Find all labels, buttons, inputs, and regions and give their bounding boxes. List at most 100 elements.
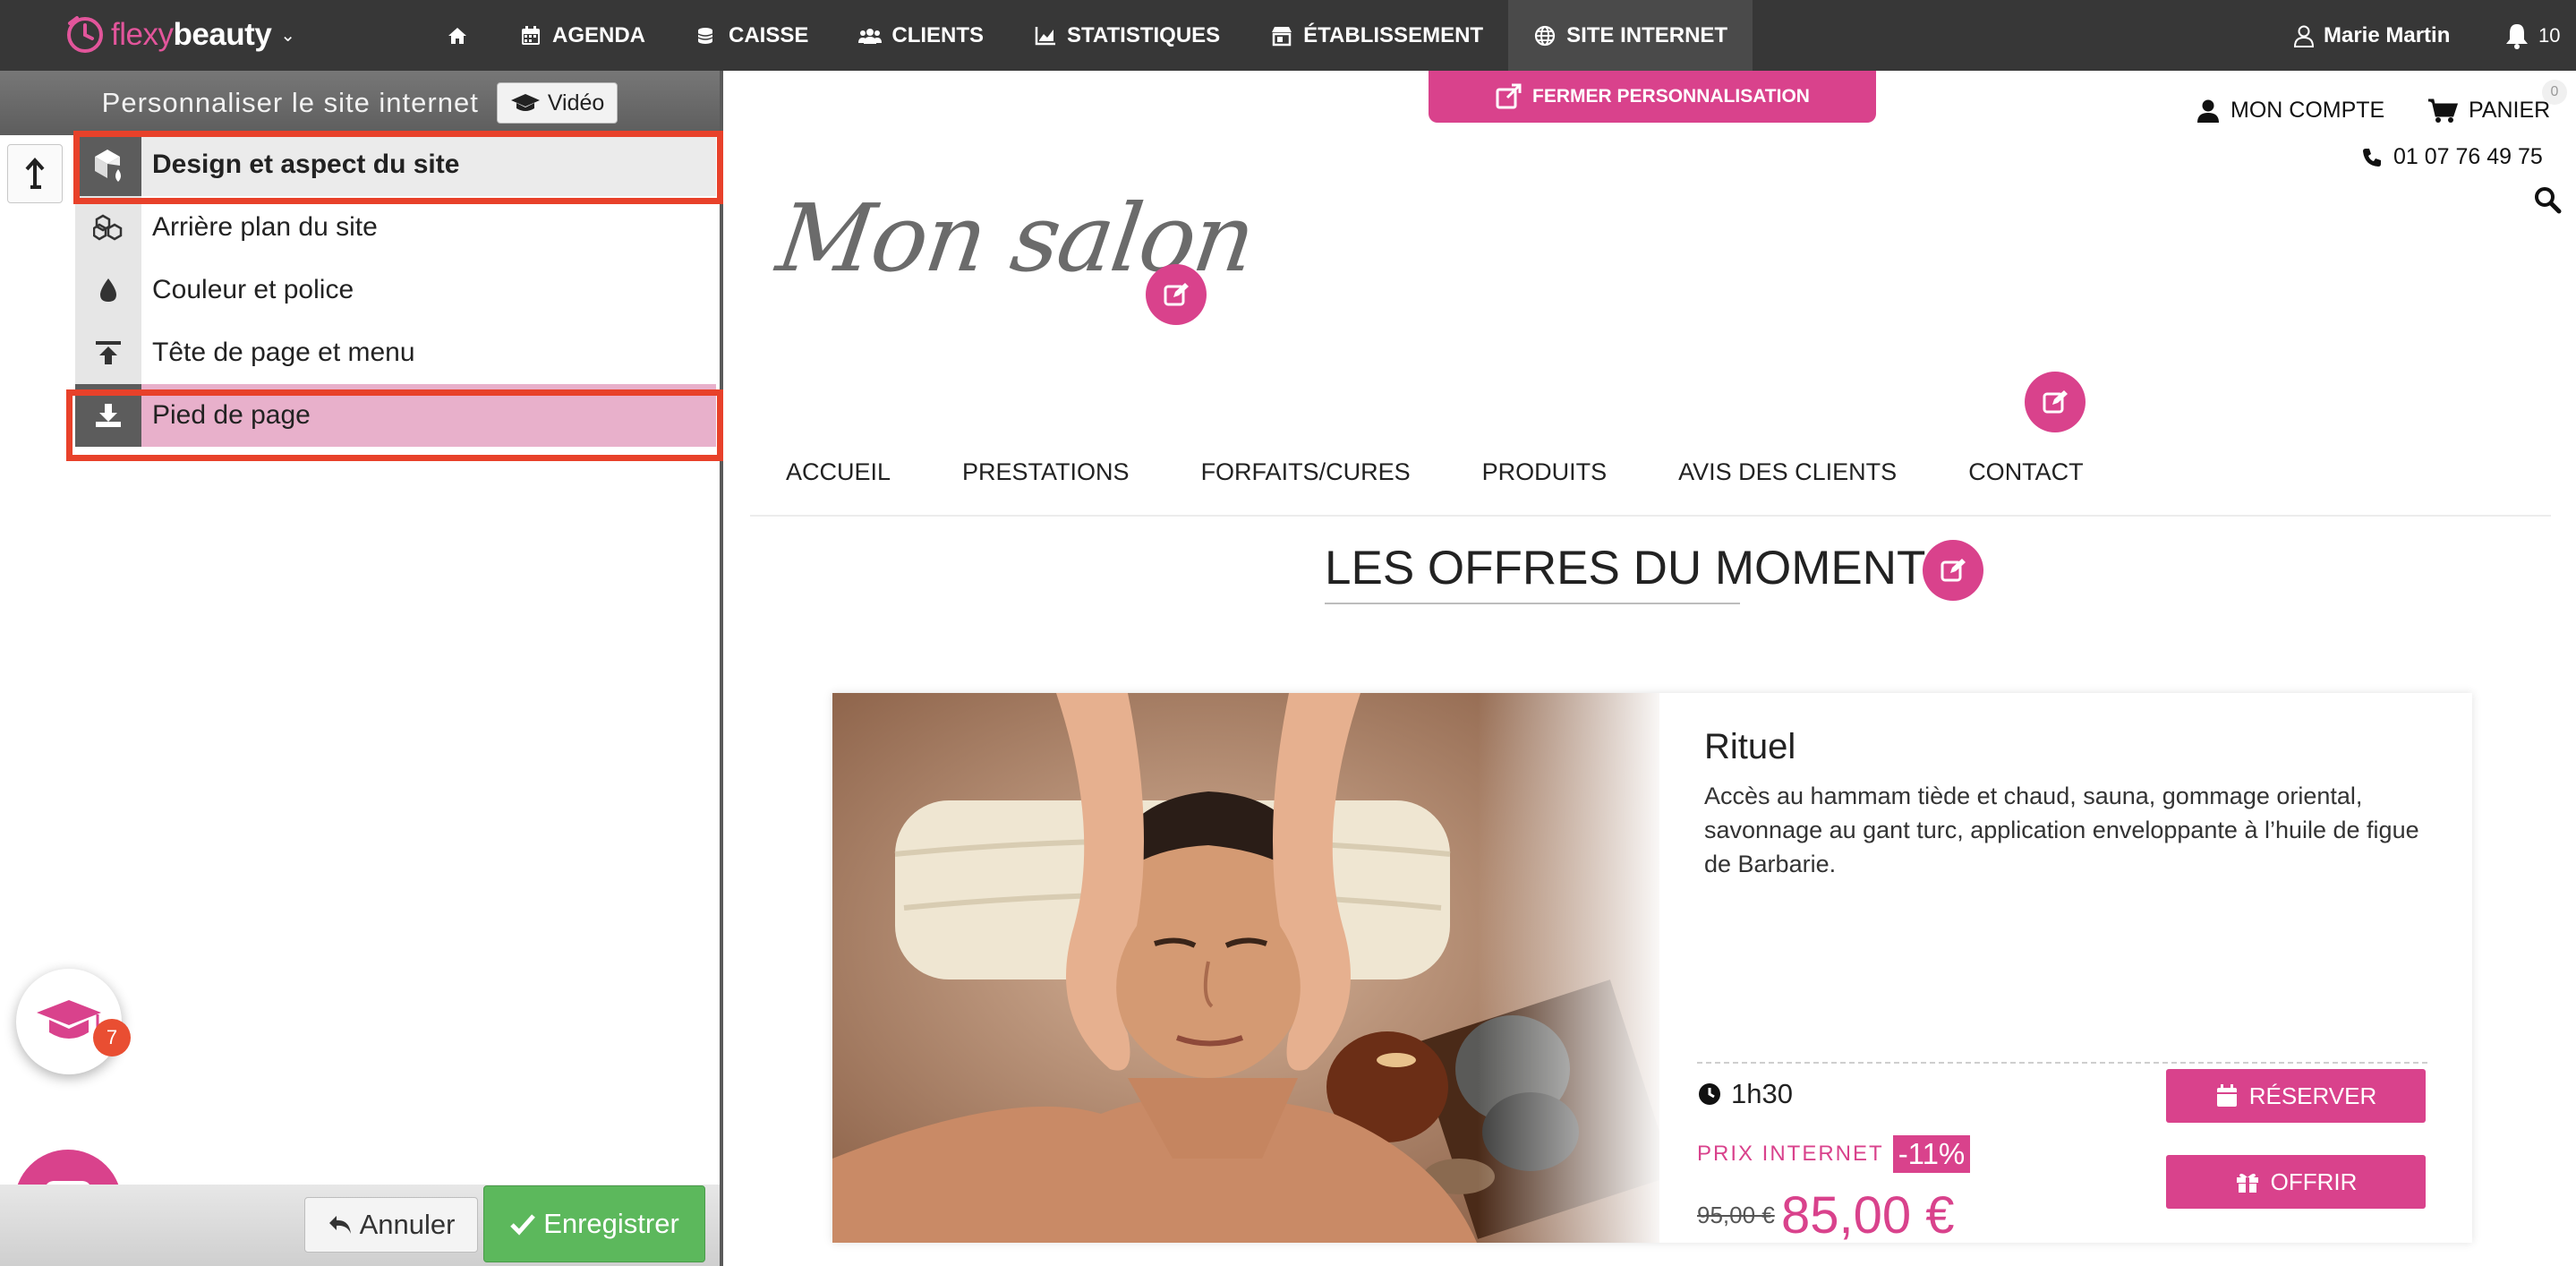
offer-title: Rituel: [1704, 727, 1796, 766]
cart-link[interactable]: PANIER: [2427, 98, 2550, 124]
gift-button[interactable]: OFFRIR: [2166, 1155, 2426, 1209]
main-nav: AGENDA CAISSE CLIENTS STATISTIQUES ÉTABL…: [421, 0, 1753, 71]
video-label: Vidéo: [547, 90, 605, 115]
nav-agenda[interactable]: AGENDA: [494, 0, 670, 71]
close-customization-label: FERMER PERSONNALISATION: [1532, 86, 1810, 107]
cart-label: PANIER: [2469, 98, 2551, 123]
discount-badge: -11%: [1892, 1135, 1971, 1173]
menu-item-header-menu-label: Tête de page et menu: [152, 338, 415, 367]
globe-icon: [1534, 25, 1556, 46]
offer-duration: 1h30: [1697, 1078, 1793, 1110]
save-label: Enregistrer: [543, 1208, 679, 1239]
flexybeauty-logo[interactable]: flexybeauty ⌄: [64, 13, 295, 57]
edit-icon: [1941, 559, 1966, 582]
offer-new-price: 85,00 €: [1781, 1186, 1955, 1245]
nav-home[interactable]: [421, 0, 494, 71]
notification-count: 10: [2538, 23, 2561, 47]
edit-logo-button[interactable]: [1146, 264, 1207, 325]
users-icon: [858, 28, 883, 44]
calendar-icon: [2216, 1084, 2237, 1107]
account-label: MON COMPTE: [2231, 98, 2385, 123]
internet-price-label: PRIX INTERNET: [1697, 1142, 1884, 1166]
drop-icon: [75, 259, 141, 321]
phone-number[interactable]: 01 07 76 49 75: [2361, 144, 2543, 170]
nav-etablissement-label: ÉTABLISSEMENT: [1303, 22, 1484, 47]
book-label: RÉSERVER: [2248, 1082, 2377, 1109]
site-menu-item[interactable]: AVIS DES CLIENTS: [1678, 458, 1897, 486]
user-icon: [2197, 99, 2219, 123]
notifications-button[interactable]: 10: [2503, 0, 2560, 71]
nav-clients[interactable]: CLIENTS: [833, 0, 1009, 71]
close-customization-button[interactable]: FERMER PERSONNALISATION: [1429, 71, 1876, 123]
site-search-button[interactable]: [2533, 185, 2562, 214]
nav-caisse-label: CAISSE: [729, 22, 809, 47]
undo-icon: [328, 1216, 351, 1234]
brand-name: flexybeauty: [111, 17, 272, 52]
nav-statistiques[interactable]: STATISTIQUES: [1009, 0, 1245, 71]
panel-title: Personnaliser le site internet: [101, 87, 479, 118]
menu-item-background-label: Arrière plan du site: [152, 212, 378, 242]
offer-price-label: PRIX INTERNET -11%: [1697, 1135, 1971, 1173]
offer-divider: [1697, 1062, 2427, 1064]
site-menu-item[interactable]: PRODUITS: [1482, 458, 1608, 486]
bell-icon: [2506, 23, 2528, 49]
user-name: Marie Martin: [2324, 22, 2451, 47]
book-button[interactable]: RÉSERVER: [2166, 1069, 2426, 1123]
offer-duration-label: 1h30: [1731, 1078, 1793, 1109]
back-arrow-icon: [25, 158, 45, 189]
nav-caisse[interactable]: CAISSE: [670, 0, 833, 71]
offer-card: Rituel Accès au hammam tiède et chaud, s…: [832, 693, 2472, 1245]
external-link-icon: [1496, 83, 1522, 109]
site-menu-item[interactable]: CONTACT: [1968, 458, 2084, 486]
store-icon: [1272, 26, 1292, 46]
video-button[interactable]: Vidéo: [496, 82, 618, 124]
nav-site-internet-label: SITE INTERNET: [1566, 22, 1728, 47]
edit-icon: [1164, 283, 1189, 306]
edit-offers-button[interactable]: [1923, 540, 1983, 601]
menu-item-color-font-label: Couleur et police: [152, 275, 354, 304]
gift-label: OFFRIR: [2270, 1168, 2358, 1195]
cart-count-badge: 0: [2542, 80, 2567, 105]
user-icon: [2293, 25, 2315, 47]
menu-item-header-menu[interactable]: Tête de page et menu: [75, 321, 716, 384]
header-icon: [75, 321, 141, 384]
coins-icon: [697, 27, 713, 44]
site-menu-item[interactable]: FORFAITS/CURES: [1201, 458, 1411, 486]
clock-icon: [1699, 1083, 1720, 1105]
account-link[interactable]: MON COMPTE: [2196, 98, 2384, 124]
tutorial-badge: 7: [93, 1019, 131, 1056]
nav-agenda-label: AGENDA: [552, 22, 646, 47]
offers-section-title: LES OFFRES DU MOMENT: [1325, 533, 1925, 604]
user-menu[interactable]: Marie Martin: [2293, 0, 2450, 71]
site-menu-item[interactable]: ACCUEIL: [786, 458, 891, 486]
home-icon: [448, 27, 466, 44]
nav-clients-label: CLIENTS: [891, 22, 985, 47]
gift-icon: [2236, 1173, 2258, 1193]
save-button[interactable]: Enregistrer: [483, 1185, 705, 1262]
offer-description: Accès au hammam tiède et chaud, sauna, g…: [1704, 783, 2419, 877]
offer-old-price: 95,00 €: [1697, 1202, 1775, 1228]
phone-icon: [2363, 148, 2381, 167]
background-icon: [75, 196, 141, 259]
menu-item-color-font[interactable]: Couleur et police: [75, 259, 716, 321]
cancel-label: Annuler: [359, 1209, 456, 1240]
edit-menu-button[interactable]: [2025, 372, 2086, 432]
menu-item-background[interactable]: Arrière plan du site: [75, 196, 716, 259]
calendar-icon: [522, 25, 540, 45]
graduation-cap-icon: [510, 94, 540, 111]
site-menu: ACCUEIL PRESTATIONS FORFAITS/CURES PRODU…: [750, 429, 2551, 517]
cancel-button[interactable]: Annuler: [304, 1197, 478, 1253]
customization-panel: Personnaliser le site internet Vidéo Des…: [0, 71, 723, 1266]
back-button[interactable]: [7, 144, 63, 203]
chevron-down-icon: ⌄: [280, 25, 296, 46]
check-icon: [510, 1214, 536, 1236]
nav-statistiques-label: STATISTIQUES: [1067, 22, 1221, 47]
top-navigation-bar: flexybeauty ⌄ AGENDA CAISSE CLIENTS STAT…: [0, 0, 2576, 71]
offer-image-massage: [832, 693, 1659, 1243]
nav-etablissement[interactable]: ÉTABLISSEMENT: [1245, 0, 1508, 71]
clock-heart-logo-icon: [67, 16, 103, 53]
chart-icon: [1035, 26, 1056, 45]
site-menu-item[interactable]: PRESTATIONS: [962, 458, 1130, 486]
nav-site-internet[interactable]: SITE INTERNET: [1508, 0, 1753, 71]
panel-header: Personnaliser le site internet Vidéo: [0, 71, 720, 135]
